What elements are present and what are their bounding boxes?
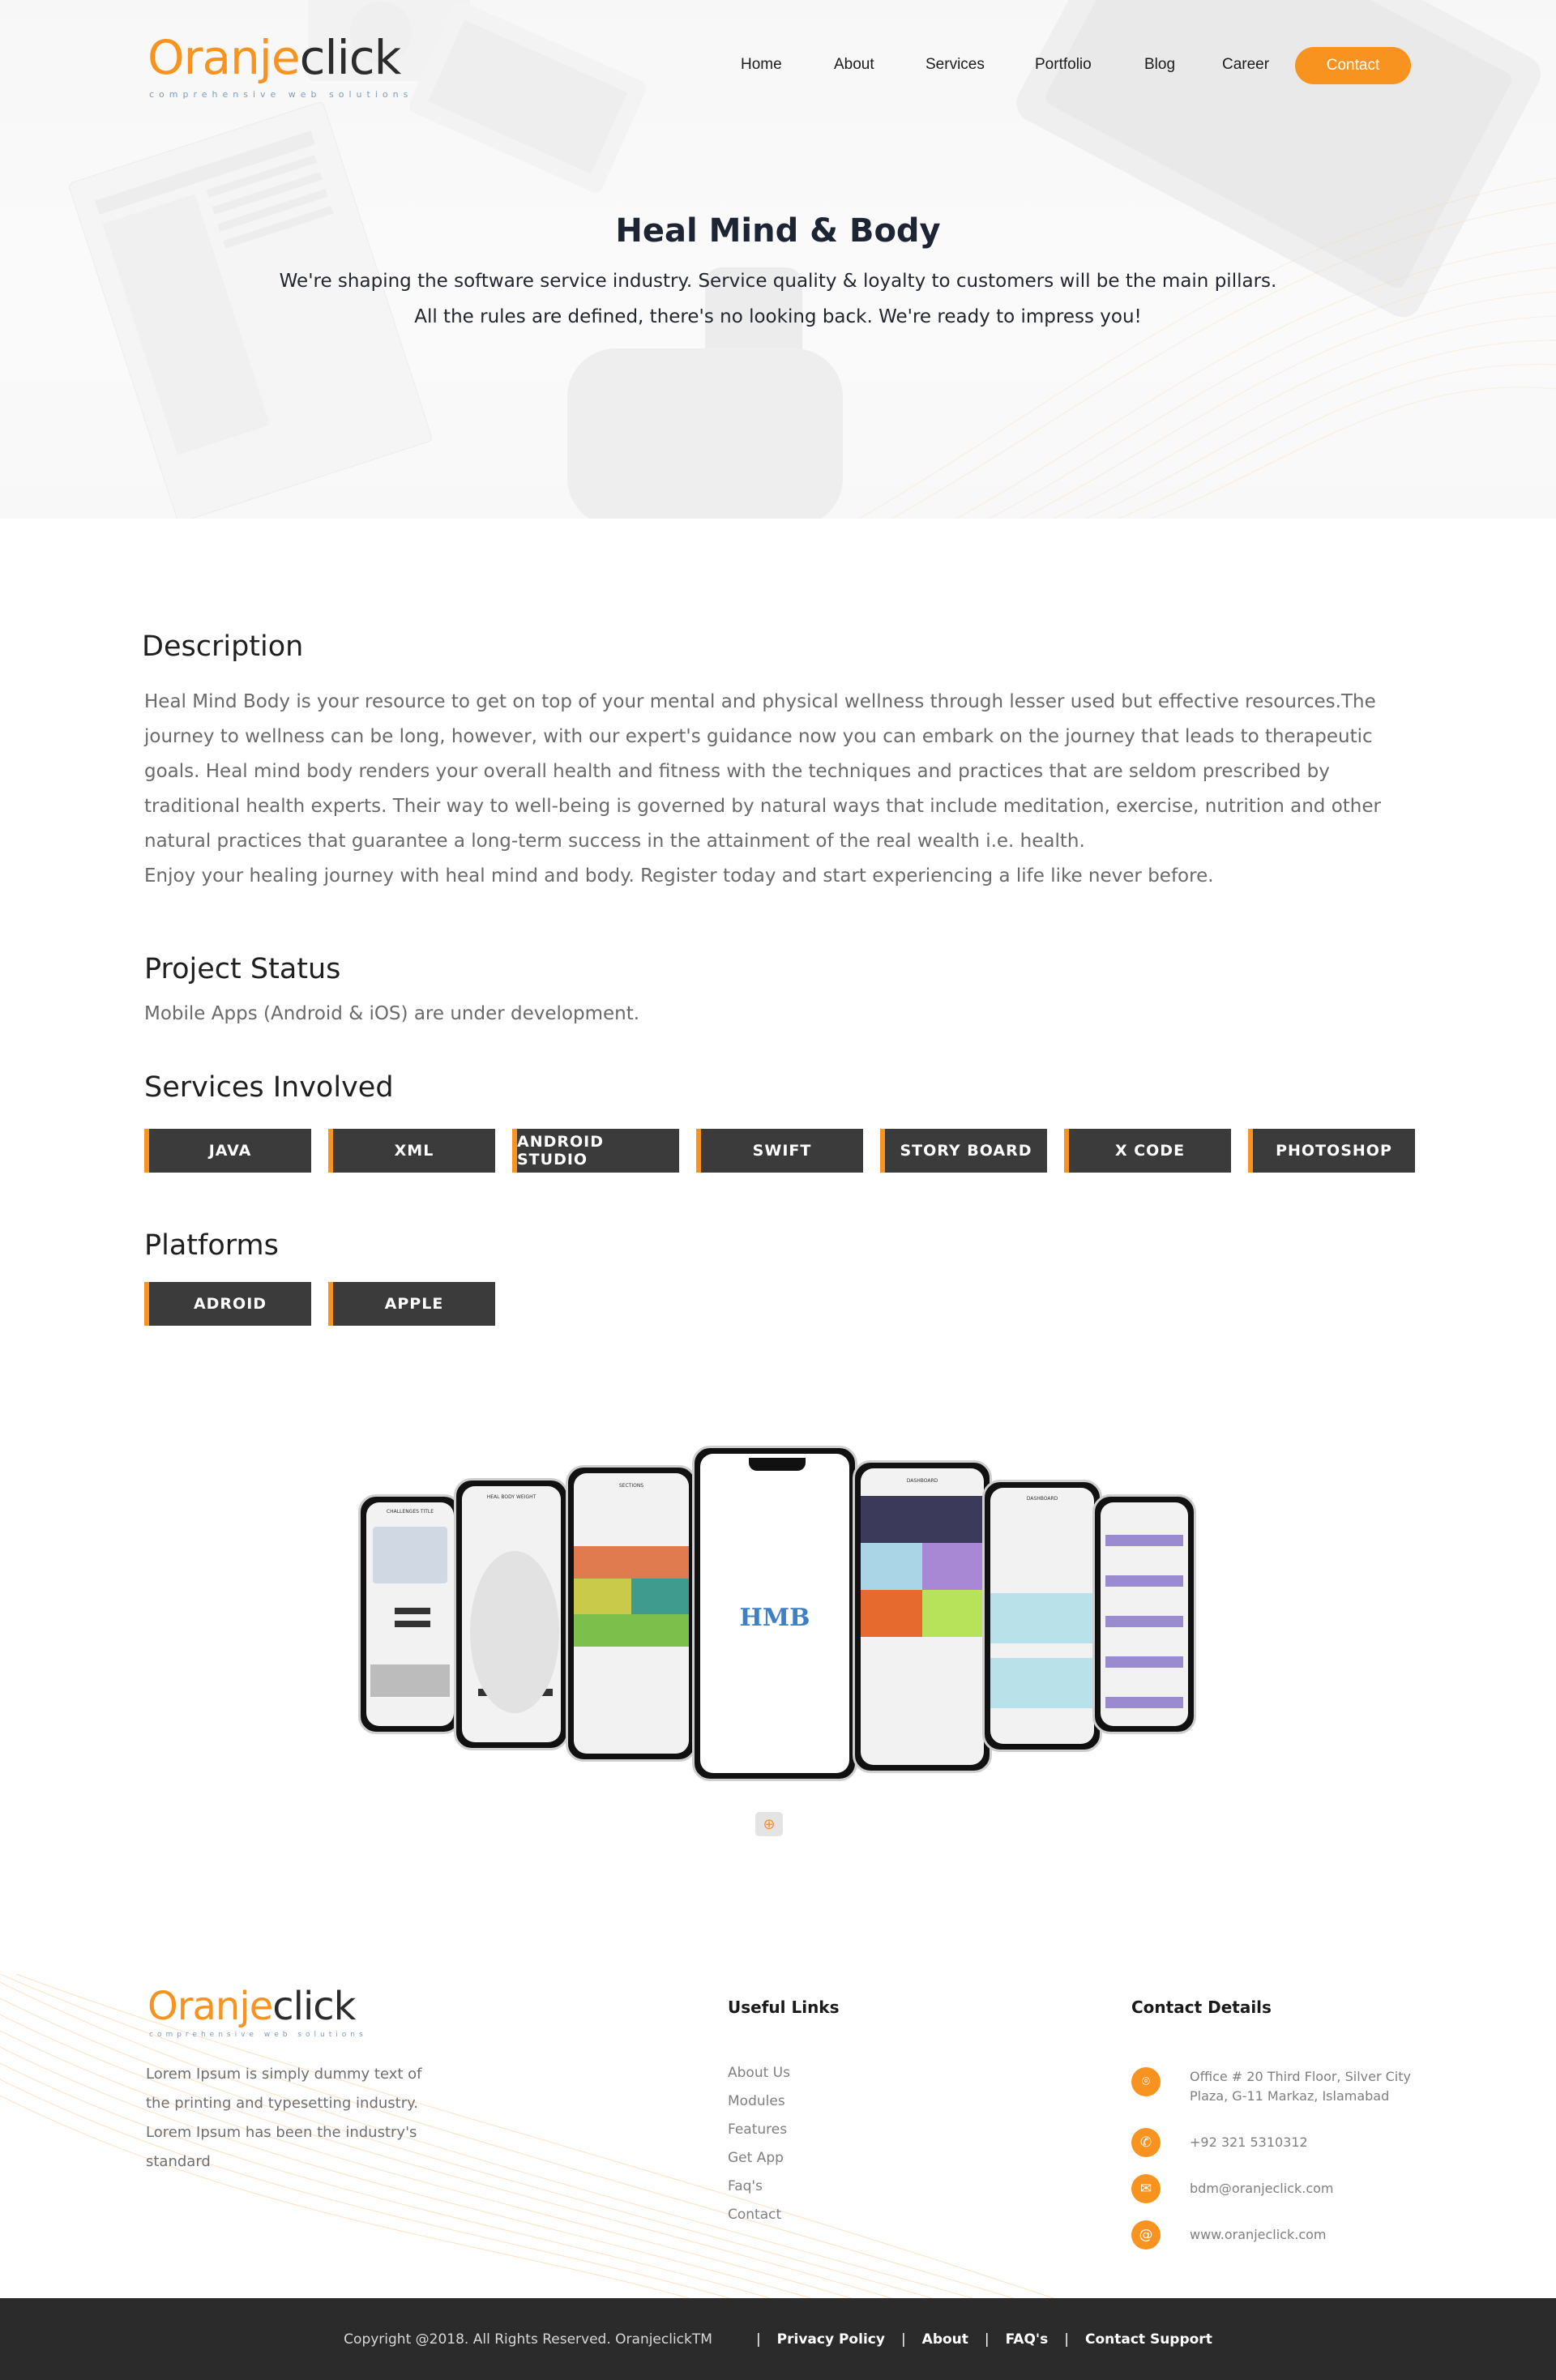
contact-address-text: Office # 20 Third Floor, Silver City Pla… — [1190, 2069, 1411, 2104]
service-chip-android-studio: ANDROID STUDIO — [512, 1129, 679, 1173]
phone-screen-5: DASHBOARD — [853, 1460, 992, 1773]
footer-brand-tagline: comprehensive web solutions — [149, 2031, 367, 2039]
nav-home[interactable]: Home — [741, 56, 782, 74]
screen-5-title: DASHBOARD — [906, 1478, 938, 1484]
contact-email-text[interactable]: bdm@oranjeclick.com — [1190, 2179, 1449, 2198]
zoom-in-icon[interactable]: ⊕ — [755, 1812, 783, 1836]
hero-subtitle-line1: We're shaping the software service indus… — [279, 271, 1277, 292]
footer-link-contact[interactable]: Contact — [728, 2207, 790, 2235]
footer-link-get-app[interactable]: Get App — [728, 2150, 790, 2178]
footer-about-text: Lorem Ipsum is simply dummy text of the … — [146, 2066, 422, 2170]
phone-screen-center: HMB — [692, 1446, 857, 1781]
service-chip-xml: XML — [328, 1129, 495, 1173]
footer-brand-name-part2: click — [272, 1984, 356, 2029]
footer-privacy-policy-link[interactable]: Privacy Policy — [777, 2331, 885, 2348]
app-screens-mockup[interactable]: CHALLENGES TITLE HEAL BODY WEIGHT 24 SEC… — [357, 1446, 1199, 1786]
nav-about[interactable]: About — [834, 56, 874, 74]
footer-link-about-us[interactable]: About Us — [728, 2065, 790, 2093]
nav-career[interactable]: Career — [1222, 56, 1269, 74]
services-chip-list: JAVA XML ANDROID STUDIO SWIFT STORY BOAR… — [144, 1129, 1432, 1173]
phone-screen-7 — [1092, 1494, 1196, 1734]
service-chip-java: JAVA — [144, 1129, 311, 1173]
phone-screen-6: DASHBOARD — [982, 1480, 1102, 1752]
service-chip-swift: SWIFT — [696, 1129, 863, 1173]
footer-link-features[interactable]: Features — [728, 2121, 790, 2150]
contact-email: ✉ bdm@oranjeclick.com — [1131, 2174, 1449, 2203]
service-chip-photoshop: PHOTOSHOP — [1248, 1129, 1415, 1173]
location-pin-icon: ⌾ — [1131, 2067, 1161, 2096]
brand-logo[interactable]: Oranje click comprehensive web solutions — [147, 23, 408, 100]
contact-phone: ✆ +92 321 5310312 — [1131, 2128, 1449, 2157]
divider: | — [900, 2331, 906, 2348]
footer-bottom-bar: Copyright @2018. All Rights Reserved. Or… — [0, 2298, 1556, 2380]
brand-name-part2: click — [299, 30, 402, 85]
footer-about-link[interactable]: About — [922, 2331, 968, 2348]
footer-brand-name-part1: Oranje — [147, 1984, 273, 2029]
contact-website-text[interactable]: www.oranjeclick.com — [1190, 2225, 1449, 2245]
service-chip-story-board: STORY BOARD — [880, 1129, 1047, 1173]
platform-chip-android: ADROID — [144, 1282, 311, 1326]
contact-website: @ www.oranjeclick.com — [1131, 2220, 1449, 2250]
platforms-chip-list: ADROID APPLE — [144, 1282, 512, 1326]
phone-screen-3: SECTIONS — [566, 1465, 697, 1762]
email-icon: ✉ — [1131, 2174, 1161, 2203]
useful-links-list: About Us Modules Features Get App Faq's … — [728, 2065, 790, 2235]
phone-screen-1: CHALLENGES TITLE — [358, 1494, 462, 1734]
screen-2-title: HEAL BODY WEIGHT — [486, 1494, 536, 1500]
divider: | — [984, 2331, 990, 2348]
footer-faqs-link[interactable]: FAQ's — [1006, 2331, 1049, 2348]
footer-contact-support-link[interactable]: Contact Support — [1085, 2331, 1212, 2348]
nav-portfolio[interactable]: Portfolio — [1035, 56, 1092, 74]
screen-1-title: CHALLENGES TITLE — [386, 1509, 434, 1515]
project-status-text: Mobile Apps (Android & iOS) are under de… — [144, 1003, 640, 1024]
service-chip-x-code: X CODE — [1064, 1129, 1231, 1173]
description-text: Heal Mind Body is your resource to get o… — [144, 685, 1392, 894]
description-paragraph-1: Heal Mind Body is your resource to get o… — [144, 691, 1381, 852]
contact-phone-text[interactable]: +92 321 5310312 — [1190, 2133, 1449, 2152]
screen-3-title: SECTIONS — [618, 1483, 644, 1489]
description-heading: Description — [142, 630, 304, 663]
divider: | — [1064, 2331, 1069, 2348]
contact-button[interactable]: Contact — [1295, 47, 1411, 84]
divider: | — [755, 2331, 761, 2348]
footer-link-modules[interactable]: Modules — [728, 2093, 790, 2121]
nav-services[interactable]: Services — [925, 56, 985, 74]
useful-links-heading: Useful Links — [728, 1998, 840, 2017]
copyright-text: Copyright @2018. All Rights Reserved. Or… — [344, 2331, 712, 2348]
contact-details-heading: Contact Details — [1131, 1998, 1272, 2017]
project-status-heading: Project Status — [144, 953, 341, 985]
phone-screen-2: HEAL BODY WEIGHT 24 — [454, 1478, 569, 1750]
footer-brand-logo[interactable]: Oranje click comprehensive web solutions — [147, 1977, 363, 2039]
platform-chip-apple: APPLE — [328, 1282, 495, 1326]
footer-link-faqs[interactable]: Faq's — [728, 2178, 790, 2207]
brand-name-part1: Oranje — [147, 30, 301, 85]
page-title: Heal Mind & Body — [615, 212, 941, 250]
hmb-logo: HMB — [739, 1604, 810, 1632]
platforms-heading: Platforms — [144, 1229, 279, 1262]
hero-subtitle-line2: All the rules are defined, there's no lo… — [414, 306, 1142, 327]
globe-icon: @ — [1131, 2220, 1161, 2250]
contact-address: ⌾ Office # 20 Third Floor, Silver City P… — [1131, 2067, 1449, 2106]
screen-6-title: DASHBOARD — [1026, 1496, 1058, 1502]
brand-tagline: comprehensive web solutions — [149, 89, 413, 100]
nav-blog[interactable]: Blog — [1144, 56, 1175, 74]
phone-icon: ✆ — [1131, 2128, 1161, 2157]
services-heading: Services Involved — [144, 1071, 394, 1104]
description-paragraph-2: Enjoy your healing journey with heal min… — [144, 865, 1214, 887]
